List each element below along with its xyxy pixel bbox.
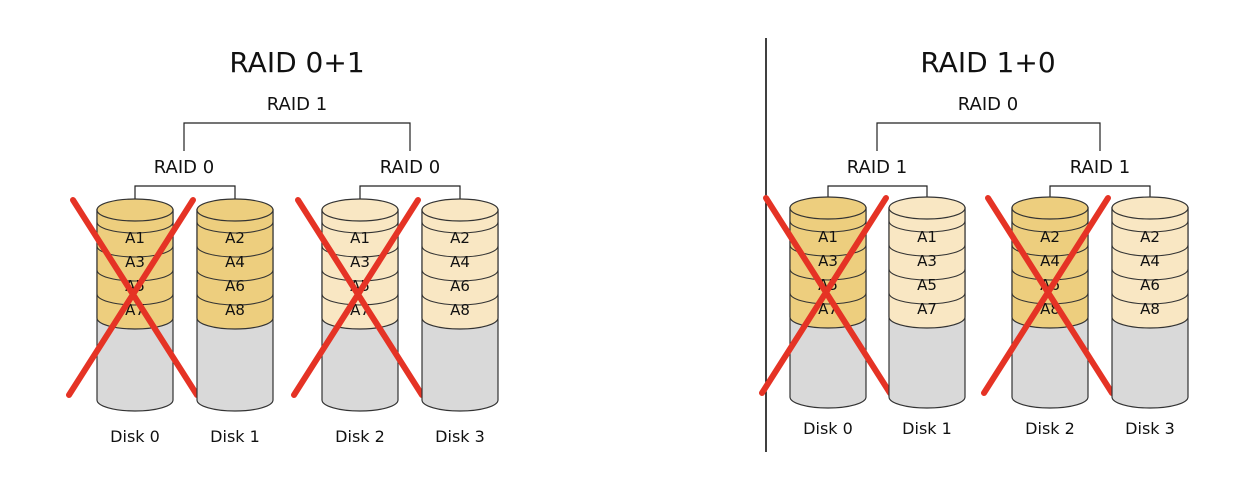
group-bracket: [359, 185, 461, 201]
disk-top: [789, 196, 867, 220]
block-label: A2: [225, 229, 245, 247]
block-label: A4: [450, 253, 470, 271]
disk-name: Disk 0: [110, 427, 160, 446]
group-label: RAID 1: [847, 157, 907, 178]
block-label: A4: [1040, 252, 1060, 270]
panel-title: RAID 0+1: [229, 46, 364, 79]
disk-top: [888, 196, 966, 220]
block-label: A6: [1140, 276, 1160, 294]
group-bracket: [1049, 185, 1151, 199]
top-bracket: [876, 122, 1101, 151]
disk-disk-3: A2 A4 A6 A8 Disk 3: [421, 198, 499, 446]
disk-name: Disk 3: [1125, 419, 1175, 438]
disk-name: Disk 2: [335, 427, 385, 446]
block-label: A6: [225, 277, 245, 295]
disk-name: Disk 1: [210, 427, 260, 446]
group-label: RAID 0: [380, 157, 440, 178]
disk-top: [421, 198, 499, 222]
top-level-label: RAID 1: [267, 94, 327, 115]
block-label: A4: [1140, 252, 1160, 270]
block-label: A8: [450, 301, 470, 319]
block-label: A3: [917, 252, 937, 270]
disk-top: [196, 198, 274, 222]
panel-raid-0-plus-1: RAID 0+1RAID 1RAID 0A1A3A5A7Disk 0A2A4A6…: [66, 46, 499, 446]
block-label: A4: [225, 253, 245, 271]
disk-name: Disk 0: [803, 419, 853, 438]
block-label: A1: [125, 229, 145, 247]
group-label: RAID 0: [154, 157, 214, 178]
top-bracket: [183, 122, 411, 151]
group-bracket: [134, 185, 236, 201]
panel-raid-1-plus-0: RAID 1+0 RAID 0 RAID 1 A1 A3 A5 A7 Disk 0 A1 A3 A5…: [759, 46, 1189, 438]
block-label: A1: [818, 228, 838, 246]
diagram-canvas: RAID 0+1 RAID 1 RAID 0 A1 A3 A5 A7 Disk 0 A2 A4 A6…: [66, 38, 1189, 452]
block-label: A8: [225, 301, 245, 319]
disk-disk-1: A2 A4 A6 A8 Disk 1: [196, 198, 274, 446]
block-label: A5: [917, 276, 937, 294]
block-label: A8: [1140, 300, 1160, 318]
disk-top: [96, 198, 174, 222]
block-label: A2: [450, 229, 470, 247]
group-label: RAID 1: [1070, 157, 1130, 178]
disk-top: [321, 198, 399, 222]
disk-disk-3: A2 A4 A6 A8 Disk 3: [1111, 196, 1189, 438]
block-label: A3: [818, 252, 838, 270]
disk-disk-0: A1A3A5A7Disk 0: [759, 195, 893, 438]
group-bracket: [827, 185, 928, 199]
disk-disk-2: A1A3A5A7Disk 2: [291, 197, 425, 446]
disk-name: Disk 1: [902, 419, 952, 438]
disk-disk-0: A1A3A5A7Disk 0: [66, 197, 200, 446]
raid-comparison-diagram: RAID 0+1 RAID 1 RAID 0 A1 A3 A5 A7 Disk 0 A2 A4 A6…: [0, 0, 1250, 494]
block-label: A1: [917, 228, 937, 246]
block-label: A3: [125, 253, 145, 271]
disk-name: Disk 3: [435, 427, 485, 446]
top-level-label: RAID 0: [958, 94, 1018, 115]
panel-title: RAID 1+0: [920, 46, 1055, 79]
block-label: A3: [350, 253, 370, 271]
disk-top: [1111, 196, 1189, 220]
disk-name: Disk 2: [1025, 419, 1075, 438]
disk-top: [1011, 196, 1089, 220]
disk-disk-2: A2A4A6A8Disk 2: [981, 195, 1115, 438]
block-label: A6: [450, 277, 470, 295]
block-label: A7: [917, 300, 937, 318]
block-label: A1: [350, 229, 370, 247]
block-label: A2: [1040, 228, 1060, 246]
block-label: A2: [1140, 228, 1160, 246]
disk-disk-1: A1 A3 A5 A7 Disk 1: [888, 196, 966, 438]
